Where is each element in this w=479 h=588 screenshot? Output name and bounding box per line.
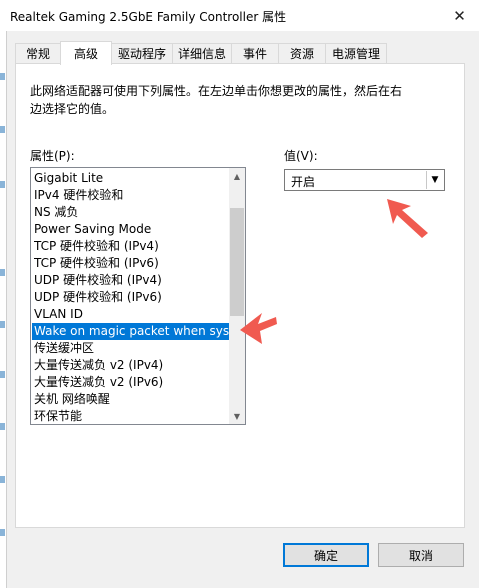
tab-events[interactable]: 事件: [231, 43, 279, 63]
list-item[interactable]: VLAN ID: [34, 306, 230, 323]
tab-resources[interactable]: 资源: [278, 43, 326, 63]
dropdown-arrow-icon[interactable]: ▼: [426, 171, 443, 189]
close-icon: ✕: [453, 6, 466, 25]
list-item[interactable]: TCP 硬件校验和 (IPv6): [34, 255, 230, 272]
tab-details[interactable]: 详细信息: [172, 43, 232, 63]
description-line: 此网络适配器可使用下列属性。在左边单击你想更改的属性，然后在右: [30, 84, 403, 98]
tab-general[interactable]: 常规: [15, 43, 61, 63]
edge-mark: [0, 73, 5, 80]
list-item[interactable]: Power Saving Mode: [34, 221, 230, 238]
tab-bar: 常规 高级 驱动程序 详细信息 事件 资源 电源管理: [15, 41, 465, 65]
list-item[interactable]: 大量传送减负 v2 (IPv4): [34, 357, 230, 374]
list-item[interactable]: Gigabit Lite: [34, 170, 230, 187]
list-item[interactable]: IPv4 硬件校验和: [34, 187, 230, 204]
list-item[interactable]: NS 减负: [34, 204, 230, 221]
chevron-down-icon: ▼: [233, 411, 241, 421]
list-item[interactable]: UDP 硬件校验和 (IPv4): [34, 272, 230, 289]
list-item[interactable]: 大量传送减负 v2 (IPv6): [34, 374, 230, 391]
description-line: 边选择它的值。: [30, 102, 115, 116]
list-item[interactable]: UDP 硬件校验和 (IPv6): [34, 289, 230, 306]
tab-power-management[interactable]: 电源管理: [325, 43, 387, 63]
chevron-up-icon: ▲: [233, 171, 241, 181]
value-label: 值(V):: [284, 149, 318, 163]
list-item[interactable]: TCP 硬件校验和 (IPv4): [34, 238, 230, 255]
property-label: 属性(P):: [30, 149, 75, 163]
edge-mark: [0, 321, 5, 328]
edge-mark: [0, 423, 5, 430]
cancel-button[interactable]: 取消: [378, 543, 464, 567]
list-item[interactable]: 关机 网络唤醒: [34, 391, 230, 408]
edge-mark: [0, 126, 5, 133]
edge-mark: [0, 529, 5, 536]
list-item-selected[interactable]: Wake on magic packet when system: [32, 323, 231, 340]
window-title: Realtek Gaming 2.5GbE Family Controller …: [10, 10, 287, 24]
list-item[interactable]: 传送缓冲区: [34, 340, 230, 357]
dropdown-glyph: ▼: [431, 175, 439, 185]
panel-description: 此网络适配器可使用下列属性。在左边单击你想更改的属性，然后在右 边选择它的值。: [30, 82, 420, 118]
property-listbox[interactable]: Gigabit Lite IPv4 硬件校验和 NS 减负 Power Savi…: [30, 167, 246, 425]
scroll-up-button[interactable]: ▲: [229, 168, 245, 184]
tab-driver[interactable]: 驱动程序: [111, 43, 173, 63]
tab-advanced[interactable]: 高级: [60, 41, 112, 65]
edge-mark: [0, 181, 5, 188]
list-item[interactable]: 环保节能: [34, 408, 230, 424]
list-scrollbar[interactable]: ▲ ▼: [229, 168, 245, 424]
edge-mark: [0, 476, 5, 483]
close-button[interactable]: ✕: [440, 0, 479, 31]
scroll-down-button[interactable]: ▼: [229, 408, 245, 424]
value-dropdown[interactable]: 开启 ▼: [284, 169, 445, 191]
value-dropdown-text: 开启: [291, 175, 316, 189]
background-window-edge: [0, 31, 7, 588]
edge-mark: [0, 371, 5, 378]
ok-button[interactable]: 确定: [283, 543, 369, 567]
scroll-thumb[interactable]: [230, 208, 244, 316]
edge-mark: [0, 269, 5, 276]
